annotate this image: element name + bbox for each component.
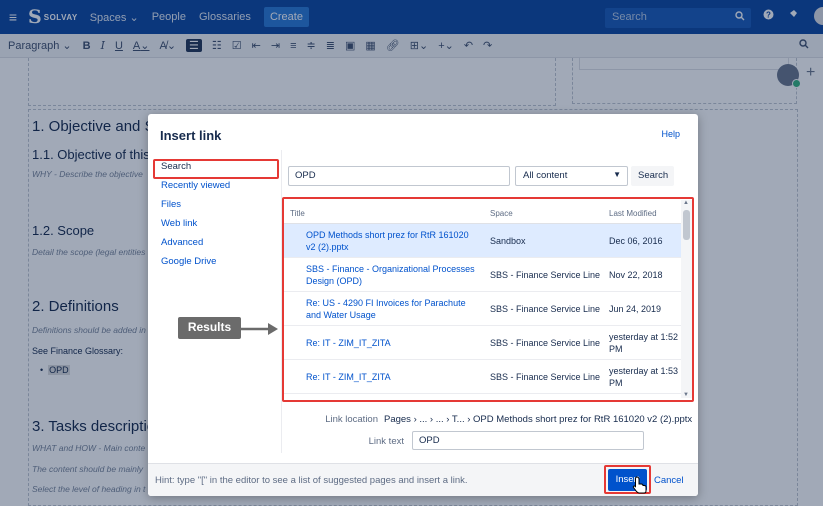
link-search-input[interactable]: OPD (288, 166, 510, 186)
search-tab-highlight (153, 159, 279, 179)
footer-hint: Hint: type "[" in the editor to see a li… (155, 475, 468, 486)
content-filter-value: All content (523, 170, 568, 181)
link-location-breadcrumb: Pages › ... › ... › T... › OPD Methods s… (384, 414, 693, 425)
results-annotation-label: Results (178, 317, 241, 339)
sidebar-item-advanced[interactable]: Advanced (152, 234, 280, 253)
sidebar-item-recently-viewed[interactable]: Recently viewed (152, 177, 280, 196)
link-location-label: Link location (325, 414, 378, 425)
annotation-arrow-icon (240, 323, 278, 335)
caret-down-icon: ▼ (613, 170, 621, 179)
link-text-input[interactable]: OPD (412, 431, 644, 450)
content-filter-select[interactable]: All content ▼ (515, 166, 628, 186)
cancel-link[interactable]: Cancel (654, 475, 684, 486)
dialog-title: Insert link (160, 128, 222, 143)
sidebar-item-google-drive[interactable]: Google Drive (152, 253, 280, 272)
search-button[interactable]: Search (631, 166, 674, 186)
link-text-label: Link text (368, 436, 404, 447)
sidebar-item-files[interactable]: Files (152, 196, 280, 215)
results-highlight (282, 197, 694, 402)
hand-cursor-icon (632, 476, 647, 494)
sidebar-item-web-link[interactable]: Web link (152, 215, 280, 234)
help-link[interactable]: Help (661, 129, 680, 139)
